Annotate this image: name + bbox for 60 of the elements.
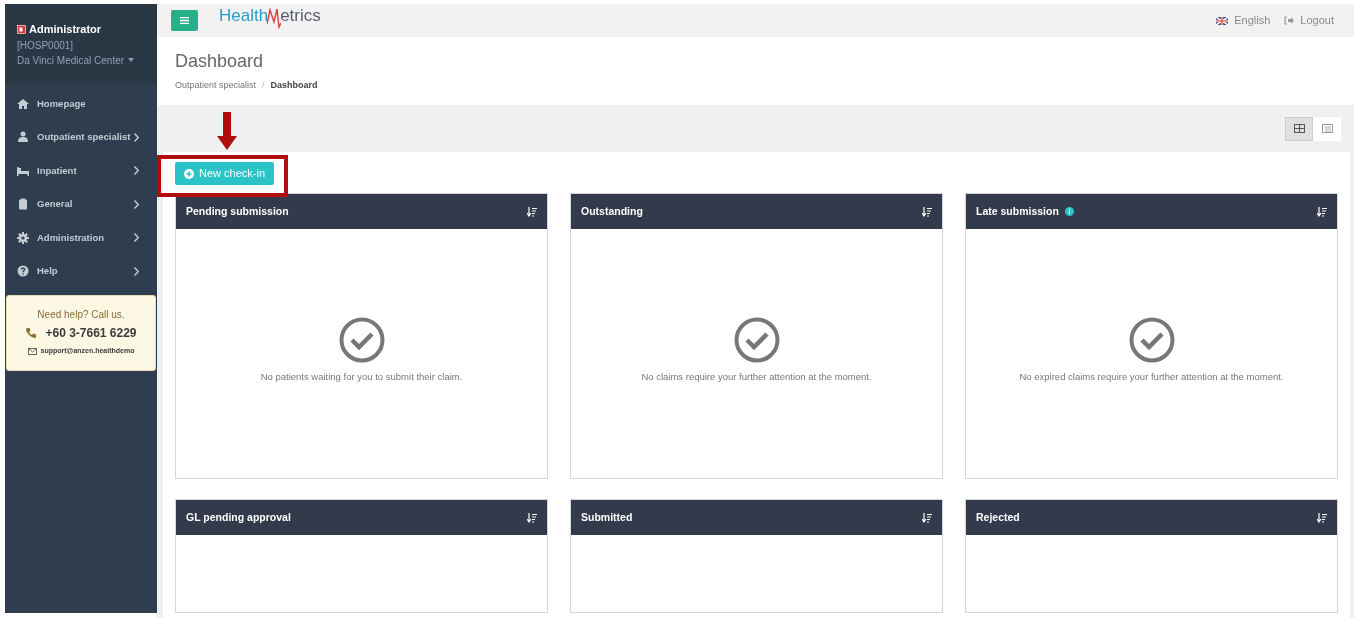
phone-number: +60 3-7661 6229 [45,325,137,342]
user-icon [17,131,29,144]
home-icon [17,97,29,110]
user-name: Administrator [29,22,102,37]
envelope-icon [27,347,37,355]
grid-icon [1293,124,1305,133]
sort-button[interactable] [527,512,537,523]
app-logo: Health etrics [219,2,321,29]
gear-icon [17,231,29,244]
user-code: [HOSP0001] [17,38,75,53]
breadcrumb-separator: / [262,79,265,92]
sort-icon [527,206,537,217]
sort-icon [922,206,932,217]
sort-button[interactable] [527,206,537,217]
clipboard-icon [17,198,29,211]
nav-item[interactable]: Help [5,254,157,288]
bed-icon [17,164,29,177]
list-icon [1321,124,1333,133]
flag-icon [1216,16,1229,25]
card-title: Rejected [976,509,1020,525]
sort-icon [922,512,932,523]
nav-item[interactable]: Administration [5,221,157,255]
help-icon [17,265,29,278]
empty-message: No patients waiting for you to submit their claim. [260,370,463,384]
nav-item[interactable]: Outpatient specialist [5,120,157,154]
card-title: Pending submission [186,203,289,219]
sort-icon [527,512,537,523]
breadcrumb-current: Dashboard [270,79,318,92]
arrow-annotation [217,112,237,150]
logout-icon [1284,16,1295,25]
menu-button[interactable] [171,10,198,31]
list-view-button[interactable] [1313,116,1341,141]
sort-button[interactable] [1317,206,1327,217]
check-circle-icon [338,317,385,363]
card-title: GL pending approval [186,509,291,525]
nav-item[interactable]: General [5,187,157,221]
card-title: Outstanding [581,203,643,219]
sort-icon [1317,512,1327,523]
user-badge-icon [17,24,26,34]
empty-message: No expired claims require your further attention at the moment. [1019,370,1284,384]
breadcrumb-link[interactable]: Outpatient specialist [175,79,257,93]
caret-icon [128,58,135,62]
nav-item[interactable]: Inpatient [5,154,157,188]
hospital-dropdown[interactable]: Da Vinci Medical Center [17,52,145,68]
check-circle-icon [1128,317,1175,363]
sort-button[interactable] [922,512,932,523]
menu-icon [180,17,189,24]
sort-icon [1317,206,1327,217]
plus-circle-icon [184,168,194,179]
help-text: Need help? Call us. [37,308,125,322]
sort-button[interactable] [922,206,932,217]
page-title: Dashboard [175,50,265,72]
grid-view-button[interactable] [1285,116,1313,141]
phone-icon [25,327,38,339]
sort-button[interactable] [1317,512,1327,523]
check-circle-icon [733,317,780,363]
card-title: Submitted [581,509,633,525]
empty-message: No claims require your further attention at the moment. [641,370,872,384]
nav-item[interactable]: Homepage [5,87,157,121]
card-title: Late submission [976,203,1059,219]
